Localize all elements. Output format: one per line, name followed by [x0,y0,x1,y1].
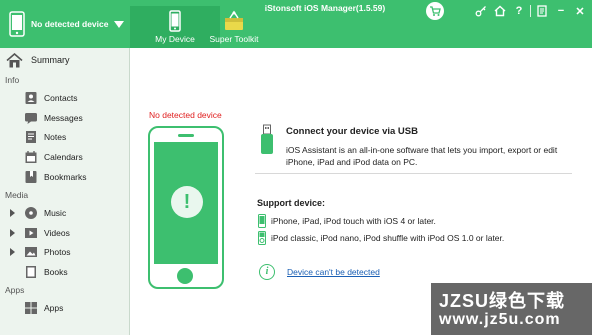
videos-icon [25,227,37,238]
sidebar-item-apps[interactable]: Apps [0,298,129,318]
sidebar-section-info: Info [5,75,20,85]
sidebar-item-label: Books [44,267,68,278]
device-selector[interactable]: No detected device [0,0,130,48]
watermark-logo: JZSU绿色下载 www.jz5u.com [431,283,592,335]
music-icon [25,206,37,219]
phone-speaker [178,134,194,137]
phone-home-button [177,268,193,284]
no-device-label: No detected device [149,110,222,120]
chevron-down-icon [114,20,125,28]
register-icon[interactable] [534,3,550,19]
close-icon[interactable]: ✕ [572,3,588,19]
watermark-line2: www.jz5u.com [439,311,561,328]
phone-icon [169,10,181,32]
sidebar-item-music[interactable]: Music [0,203,129,223]
home-icon [6,52,23,67]
sidebar-item-contacts[interactable]: Contacts [0,88,129,108]
window-controls: ? − ✕ [470,0,588,22]
phone-illustration: ! [148,126,224,289]
sidebar-item-label: Summary [31,55,70,65]
sidebar-item-books[interactable]: Books [0,262,129,282]
support-item-text: iPod classic, iPod nano, iPod shuffle wi… [271,233,505,243]
sidebar-item-label: Calendars [44,152,83,163]
divider [530,5,531,17]
expand-arrow-icon[interactable] [10,228,15,237]
sidebar-item-label: Photos [44,247,71,258]
sidebar-item-videos[interactable]: Videos [0,223,129,243]
watermark-line1: JZSU绿色下载 [439,291,566,311]
alert-icon: ! [171,186,203,218]
books-icon [26,266,36,279]
sidebar-item-photos[interactable]: Photos [0,243,129,263]
support-item: iPod classic, iPod nano, iPod shuffle wi… [257,231,504,245]
bookmarks-icon [25,171,37,184]
ipod-icon [258,231,266,245]
calendar-icon [25,151,37,164]
help-row: i Device can't be detected [259,264,380,280]
app-title: iStonsoft iOS Manager(1.5.59) [264,3,386,13]
sidebar-item-bookmarks[interactable]: Bookmarks [0,167,129,187]
help-icon[interactable]: ? [511,3,527,19]
sidebar-section-media: Media [5,189,29,200]
device-not-detected-link[interactable]: Device can't be detected [287,267,380,277]
usb-icon [261,124,273,154]
photos-icon [25,247,37,258]
sidebar-item-label: Music [44,207,67,218]
expand-arrow-icon[interactable] [10,248,15,257]
cart-icon[interactable] [426,2,444,20]
sidebar-item-label: Bookmarks [44,172,87,183]
expand-arrow-icon[interactable] [10,208,15,217]
sidebar-item-label: Notes [44,132,67,143]
sidebar-item-label: Contacts [44,92,78,103]
key-icon[interactable] [473,3,489,19]
apps-icon [25,302,37,315]
device-selector-label: No detected device [31,19,109,29]
sidebar-item-calendars[interactable]: Calendars [0,147,129,167]
divider [255,173,572,174]
info-icon: i [259,264,275,280]
tab-label: Super Toolkit [209,34,259,44]
sidebar-item-summary[interactable]: Summary [0,48,129,72]
iphone-icon [258,214,266,228]
sidebar-item-messages[interactable]: Messages [0,108,129,128]
support-item-text: iPhone, iPad, iPod touch with iOS 4 or l… [271,216,436,226]
sidebar: Summary Info Contacts Messages Notes Cal… [0,48,130,335]
contacts-icon [25,91,37,104]
sidebar-item-label: Apps [44,303,64,314]
support-title: Support device: [257,198,326,208]
phone-icon [9,11,25,37]
top-bar: No detected device My Device Super Toolk… [0,0,592,48]
notes-icon [26,131,36,144]
sidebar-section-apps: Apps [5,285,25,296]
sidebar-item-notes[interactable]: Notes [0,128,129,148]
phone-screen: ! [154,142,218,264]
home-icon[interactable] [492,3,508,19]
sidebar-item-label: Videos [44,227,70,238]
connect-description: iOS Assistant is an all-in-one software … [286,145,558,167]
sidebar-item-label: Messages [44,112,83,123]
toolkit-icon [225,10,243,30]
minimize-icon[interactable]: − [553,3,569,19]
connect-title: Connect your device via USB [286,126,418,137]
messages-icon [25,112,37,124]
support-item: iPhone, iPad, iPod touch with iOS 4 or l… [257,214,436,228]
